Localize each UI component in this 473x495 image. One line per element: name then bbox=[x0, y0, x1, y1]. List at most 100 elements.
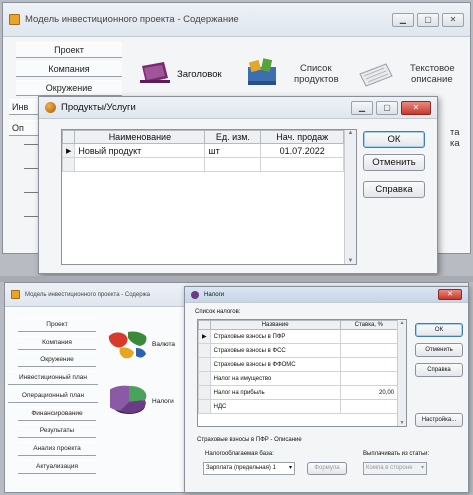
chevron-down-icon: ▾ bbox=[420, 465, 424, 471]
header-rowmarker bbox=[61, 130, 76, 144]
nav-company[interactable]: Компания bbox=[16, 61, 122, 77]
pay-from-label: Выплачивать из статьи: bbox=[363, 451, 430, 457]
title-page-label: Заголовок bbox=[177, 69, 222, 80]
nav-bottom-operations[interactable]: Операционный план bbox=[8, 389, 98, 403]
nav-bottom-project[interactable]: Проект bbox=[18, 318, 96, 332]
tax-row-pointer-icon: ▶ bbox=[198, 329, 211, 344]
nav-bottom-results[interactable]: Результаты bbox=[18, 424, 96, 438]
taxes-settings-button[interactable]: Настройка... bbox=[415, 413, 463, 427]
header-unit[interactable]: Ед. изм. bbox=[204, 130, 262, 144]
partial-label-2: ка bbox=[450, 138, 460, 149]
scroll-down-icon[interactable]: ▼ bbox=[345, 258, 356, 264]
close-icon[interactable]: ✕ bbox=[442, 12, 464, 27]
taxes-table-frame: Название Ставка, % ▶ Страховые взносы в П… bbox=[197, 319, 407, 427]
products-dialog-title: Продукты/Услуги bbox=[61, 102, 136, 113]
products-table-frame: Наименование Ед. изм. Нач. продаж ▶ Новы… bbox=[61, 129, 357, 265]
nav-bottom-environment[interactable]: Окружение bbox=[18, 353, 96, 367]
nav-stub-2 bbox=[24, 168, 38, 169]
product-list-label-2: продуктов bbox=[294, 74, 339, 85]
formula-button[interactable]: Формула bbox=[307, 462, 347, 475]
tax-description-label: Страховые взносы в ПФР - Описание bbox=[197, 437, 302, 443]
taxes-dialog-titlebar: Налоги ✕ bbox=[185, 287, 468, 303]
taxes-ok-button[interactable]: ОК bbox=[415, 323, 463, 337]
row-pointer-icon: ▶ bbox=[61, 143, 76, 158]
taxes-scroll-up-icon[interactable]: ▲ bbox=[398, 320, 406, 326]
nav-project[interactable]: Проект bbox=[16, 42, 122, 58]
bottom-window-title: Модель инвестиционного проекта - Содержа bbox=[25, 291, 150, 298]
products-dialog-controls: ▁ ▢ ✕ bbox=[351, 100, 431, 115]
nav-stub-4 bbox=[24, 216, 38, 217]
taxes-icon[interactable] bbox=[104, 384, 148, 418]
nav-bottom-update[interactable]: Актуализация bbox=[18, 460, 96, 474]
taxes-label: Налоги bbox=[152, 398, 174, 405]
nav-operations-partial[interactable]: Оп bbox=[9, 120, 39, 136]
taxes-table-header: Название Ставка, % bbox=[198, 320, 399, 330]
nav-bottom-analysis[interactable]: Анализ проекта bbox=[18, 442, 96, 456]
partial-label-1: та bbox=[450, 127, 460, 138]
text-description-label-2: описание bbox=[411, 74, 453, 85]
cell-start[interactable]: 01.07.2022 bbox=[260, 143, 344, 158]
top-window-title: Модель инвестиционного проекта - Содержа… bbox=[25, 14, 239, 25]
products-table: Наименование Ед. изм. Нач. продаж ▶ Новы… bbox=[61, 130, 344, 172]
table-row[interactable]: Страховые взносы в ФФОМС bbox=[198, 357, 399, 372]
ok-button[interactable]: ОК bbox=[363, 131, 425, 148]
table-row[interactable]: НДС bbox=[198, 399, 399, 414]
taxes-help-button[interactable]: Справка bbox=[415, 363, 463, 377]
header-tax-rate[interactable]: Ставка, % bbox=[339, 320, 399, 330]
taxes-table: Название Ставка, % ▶ Страховые взносы в П… bbox=[198, 320, 399, 414]
products-table-header: Наименование Ед. изм. Нач. продаж bbox=[61, 130, 344, 144]
header-name[interactable]: Наименование bbox=[74, 130, 206, 144]
text-description-icon[interactable] bbox=[356, 58, 396, 88]
nav-bottom-financing[interactable]: Финансирование bbox=[18, 407, 96, 421]
taxes-scroll-down-icon[interactable]: ▼ bbox=[398, 420, 406, 426]
title-page-icon[interactable] bbox=[138, 58, 172, 86]
dialog-minimize-icon[interactable]: ▁ bbox=[351, 100, 373, 115]
currency-label: Валюта bbox=[152, 341, 175, 348]
taxes-scrollbar[interactable]: ▲ ▼ bbox=[397, 320, 406, 426]
table-row[interactable]: ▶ Страховые взносы в ПФР bbox=[198, 329, 399, 344]
product-list-label-1: Список bbox=[300, 63, 332, 74]
nav-bottom-company[interactable]: Компания bbox=[18, 336, 96, 350]
bottom-app-icon bbox=[11, 290, 20, 299]
taxes-dialog: Налоги ✕ Список налогов: Название Ставка… bbox=[184, 286, 469, 493]
app-icon bbox=[9, 14, 20, 25]
minimize-icon[interactable]: ▁ bbox=[392, 12, 414, 27]
header-start[interactable]: Нач. продаж bbox=[260, 130, 344, 144]
table-row[interactable]: Налог на прибыль 20,00 bbox=[198, 385, 399, 400]
taxes-dialog-title: Налоги bbox=[204, 291, 225, 298]
top-window-controls: ▁ ▢ ✕ bbox=[392, 12, 464, 27]
nav-stub-1 bbox=[24, 144, 38, 145]
tax-base-label: Налогооблагаемая база: bbox=[205, 451, 274, 457]
chevron-down-icon: ▾ bbox=[288, 465, 292, 471]
cell-unit[interactable]: шт bbox=[204, 143, 262, 158]
currency-icon[interactable] bbox=[106, 328, 150, 362]
cell-name[interactable]: Новый продукт bbox=[74, 143, 206, 158]
table-row[interactable]: ▶ Новый продукт шт 01.07.2022 bbox=[61, 143, 344, 158]
nav-investment-partial[interactable]: Инв bbox=[9, 99, 39, 115]
products-dialog-icon bbox=[45, 102, 56, 113]
text-description-label-1: Текстовое bbox=[410, 63, 455, 74]
header-tax-name[interactable]: Название bbox=[209, 320, 341, 330]
product-list-icon[interactable] bbox=[244, 53, 282, 89]
cancel-button[interactable]: Отменить bbox=[363, 154, 425, 171]
nav-stub-3 bbox=[24, 192, 38, 193]
table-row[interactable]: Страховые взносы в ФСС bbox=[198, 343, 399, 358]
taxes-close-icon[interactable]: ✕ bbox=[438, 289, 462, 300]
help-button[interactable]: Справка bbox=[363, 181, 425, 198]
products-scrollbar[interactable]: ▲ ▼ bbox=[344, 130, 356, 264]
top-titlebar: Модель инвестиционного проекта - Содержа… bbox=[3, 3, 470, 37]
scroll-up-icon[interactable]: ▲ bbox=[345, 130, 356, 136]
dialog-maximize-icon[interactable]: ▢ bbox=[376, 100, 398, 115]
nav-bottom-investment[interactable]: Инвестиционный план bbox=[8, 371, 98, 385]
taxes-cancel-button[interactable]: Отменить bbox=[415, 343, 463, 357]
taxes-dialog-icon bbox=[191, 290, 199, 299]
table-row-empty[interactable] bbox=[61, 157, 344, 172]
nav-environment[interactable]: Окружение bbox=[16, 80, 122, 96]
dialog-close-icon[interactable]: ✕ bbox=[401, 100, 431, 115]
products-dialog: Продукты/Услуги ▁ ▢ ✕ Наименование Ед. и… bbox=[38, 96, 438, 274]
pay-from-select[interactable]: Компа в стороне ▾ bbox=[363, 462, 427, 475]
tax-base-select[interactable]: Зарплата (предельная) 1 ▾ bbox=[203, 462, 295, 475]
products-dialog-titlebar: Продукты/Услуги ▁ ▢ ✕ bbox=[39, 97, 437, 119]
table-row[interactable]: Налог на имущество bbox=[198, 371, 399, 386]
maximize-icon[interactable]: ▢ bbox=[417, 12, 439, 27]
